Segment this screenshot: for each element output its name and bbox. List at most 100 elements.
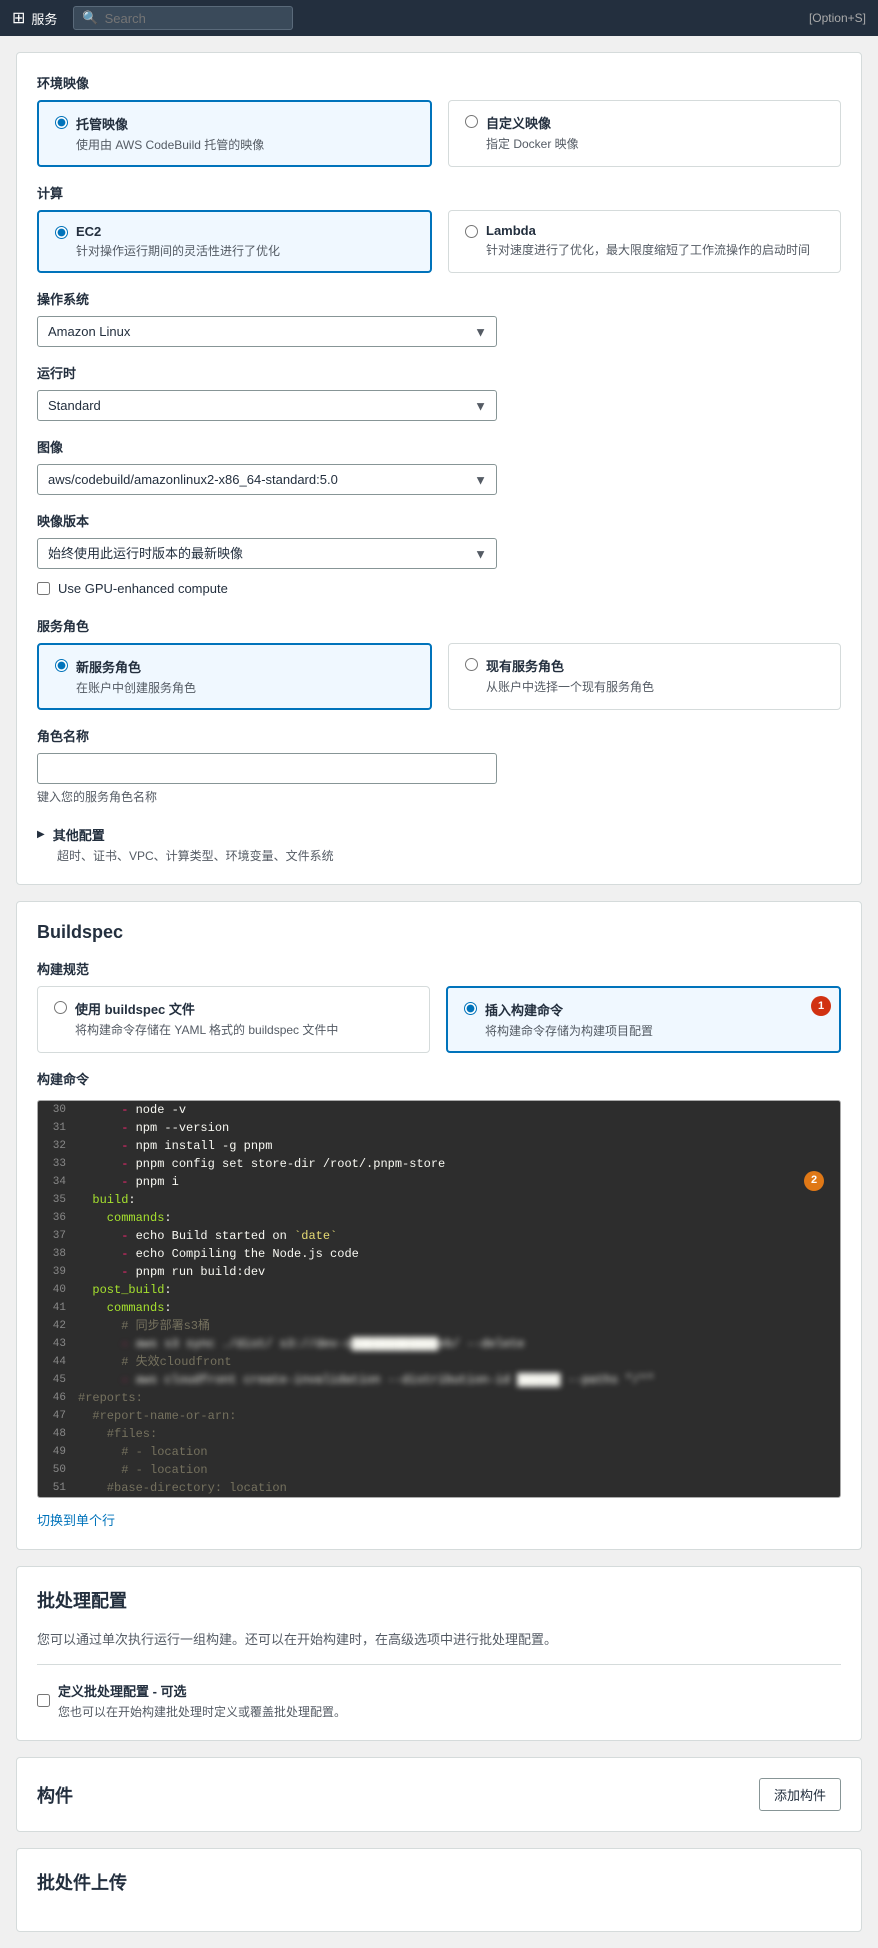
image-version-label: 映像版本 (37, 511, 841, 530)
insert-cmd-radio[interactable] (464, 1002, 477, 1015)
other-config-desc: 超时、证书、VPC、计算类型、环境变量、文件系统 (57, 847, 841, 864)
code-line-32: 32 - npm install -g pnpm (38, 1137, 840, 1155)
lambda-desc: 针对速度进行了优化，最大限度缩短了工作流操作的启动时间 (486, 241, 810, 258)
switch-to-single-link[interactable]: 切换到单个行 (37, 1510, 115, 1529)
gpu-checkbox-row: Use GPU-enhanced compute (37, 581, 841, 596)
search-icon: 🔍 (82, 10, 98, 26)
ec2-title: EC2 (76, 224, 280, 239)
lambda-option[interactable]: Lambda 针对速度进行了优化，最大限度缩短了工作流操作的启动时间 (448, 210, 841, 273)
lambda-title: Lambda (486, 223, 810, 238)
artifacts-title: 构件 (37, 1782, 73, 1808)
other-config-toggle[interactable]: ▶ 其他配置 (37, 825, 841, 844)
image-select[interactable]: aws/codebuild/amazonlinux2-x86_64-standa… (37, 464, 497, 495)
role-name-help: 键入您的服务角色名称 (37, 788, 841, 805)
image-version-select[interactable]: 始终使用此运行时版本的最新映像 (37, 538, 497, 569)
use-file-radio[interactable] (54, 1001, 67, 1014)
image-version-select-wrapper: 始终使用此运行时版本的最新映像 ▼ (37, 538, 497, 569)
add-artifact-button[interactable]: 添加构件 (759, 1778, 841, 1811)
buildspec-badge: 1 (811, 996, 831, 1016)
triangle-icon: ▶ (37, 829, 45, 840)
code-badge-2: 2 (804, 1171, 824, 1191)
insert-cmd-option[interactable]: 插入构建命令 将构建命令存储为构建项目配置 1 (446, 986, 841, 1053)
new-role-option[interactable]: 新服务角色 在账户中创建服务角色 (37, 643, 432, 710)
code-line-35: 35 build: (38, 1191, 840, 1209)
managed-image-desc: 使用由 AWS CodeBuild 托管的映像 (76, 136, 264, 153)
code-line-30: 30 - node -v (38, 1101, 840, 1119)
other-config-title: 其他配置 (53, 825, 105, 844)
buildspec-title: Buildspec (37, 922, 841, 943)
image-type-group: 托管映像 使用由 AWS CodeBuild 托管的映像 自定义映像 指定 Do… (37, 100, 841, 167)
image-select-wrapper: aws/codebuild/amazonlinux2-x86_64-standa… (37, 464, 497, 495)
service-role-group: 新服务角色 在账户中创建服务角色 现有服务角色 从账户中选择一个现有服务角色 (37, 643, 841, 710)
code-line-38: 38 - echo Compiling the Node.js code (38, 1245, 840, 1263)
custom-image-radio[interactable] (465, 115, 478, 128)
existing-role-radio[interactable] (465, 658, 478, 671)
insert-cmd-title: 插入构建命令 (485, 1000, 653, 1019)
top-bar: ⊞ 服务 🔍 [Option+S] (0, 0, 878, 36)
code-line-45: 45 - aws cloudfront create-invalidation … (38, 1371, 840, 1389)
code-line-39: 39 - pnpm run build:dev (38, 1263, 840, 1281)
custom-image-desc: 指定 Docker 映像 (486, 135, 579, 152)
role-name-input[interactable]: codebuild-dev-█████████████-service-role (37, 753, 497, 784)
code-line-47: 47 #report-name-or-arn: (38, 1407, 840, 1425)
code-line-48: 48 #files: (38, 1425, 840, 1443)
artifacts-header: 构件 添加构件 (37, 1778, 841, 1811)
existing-role-desc: 从账户中选择一个现有服务角色 (486, 678, 654, 695)
existing-role-option[interactable]: 现有服务角色 从账户中选择一个现有服务角色 (448, 643, 841, 710)
search-input[interactable] (105, 11, 285, 26)
lambda-radio[interactable] (465, 225, 478, 238)
use-file-desc: 将构建命令存储在 YAML 格式的 buildspec 文件中 (75, 1021, 338, 1038)
batch-config-section: 批处理配置 您可以通过单次执行运行一组构建。还可以在开始构建时，在高级选项中进行… (16, 1566, 862, 1741)
service-role-label: 服务角色 (37, 616, 841, 635)
image-label: 图像 (37, 437, 841, 456)
code-line-44: 44 # 失效cloudfront (38, 1353, 840, 1371)
batch-desc: 您可以通过单次执行运行一组构建。还可以在开始构建时，在高级选项中进行批处理配置。 (37, 1629, 841, 1648)
code-line-43: 43 - aws s3 sync ./dist/ s3://dev-s█████… (38, 1335, 840, 1353)
managed-image-option[interactable]: 托管映像 使用由 AWS CodeBuild 托管的映像 (37, 100, 432, 167)
code-line-41: 41 commands: (38, 1299, 840, 1317)
ec2-radio[interactable] (55, 226, 68, 239)
new-role-radio[interactable] (55, 659, 68, 672)
search-bar[interactable]: 🔍 (73, 6, 293, 30)
managed-image-radio[interactable] (55, 116, 68, 129)
services-menu[interactable]: ⊞ 服务 (12, 8, 57, 28)
use-file-title: 使用 buildspec 文件 (75, 999, 338, 1018)
services-label: 服务 (31, 9, 57, 28)
batch-artifact-section: 批处件上传 (16, 1848, 862, 1932)
code-line-46: 46 #reports: (38, 1389, 840, 1407)
build-cmd-label: 构建命令 (37, 1069, 841, 1088)
code-line-40: 40 post_build: (38, 1281, 840, 1299)
use-file-option[interactable]: 使用 buildspec 文件 将构建命令存储在 YAML 格式的 builds… (37, 986, 430, 1053)
batch-checkbox[interactable] (37, 1694, 50, 1707)
env-image-label: 环境映像 (37, 73, 841, 92)
runtime-select[interactable]: Standard (37, 390, 497, 421)
code-line-51: 51 #base-directory: location (38, 1479, 840, 1497)
code-line-31: 31 - npm --version (38, 1119, 840, 1137)
managed-image-title: 托管映像 (76, 114, 264, 133)
batch-title: 批处理配置 (37, 1587, 841, 1613)
code-line-33: 33 - pnpm config set store-dir /root/.pn… (38, 1155, 840, 1173)
existing-role-title: 现有服务角色 (486, 656, 654, 675)
ec2-option[interactable]: EC2 针对操作运行期间的灵活性进行了优化 (37, 210, 432, 273)
role-name-label: 角色名称 (37, 726, 841, 745)
new-role-title: 新服务角色 (76, 657, 196, 676)
insert-cmd-desc: 将构建命令存储为构建项目配置 (485, 1022, 653, 1039)
gpu-label: Use GPU-enhanced compute (58, 581, 228, 596)
batch-checkbox-label: 定义批处理配置 - 可选 (58, 1681, 346, 1700)
custom-image-option[interactable]: 自定义映像 指定 Docker 映像 (448, 100, 841, 167)
os-select[interactable]: Amazon Linux (37, 316, 497, 347)
build-spec-label: 构建规范 (37, 959, 841, 978)
code-line-42: 42 # 同步部署s3桶 (38, 1317, 840, 1335)
artifacts-section: 构件 添加构件 (16, 1757, 862, 1832)
code-line-50: 50 # - location (38, 1461, 840, 1479)
batch-artifact-title: 批处件上传 (37, 1869, 841, 1895)
code-editor[interactable]: 2 30 - node -v 31 - npm --version 32 - n… (37, 1100, 841, 1498)
buildspec-section: Buildspec 构建规范 使用 buildspec 文件 将构建命令存储在 … (16, 901, 862, 1550)
ec2-desc: 针对操作运行期间的灵活性进行了优化 (76, 242, 280, 259)
new-role-desc: 在账户中创建服务角色 (76, 679, 196, 696)
code-line-37: 37 - echo Build started on `date` (38, 1227, 840, 1245)
grid-icon: ⊞ (12, 8, 25, 28)
code-line-34: 34 - pnpm i (38, 1173, 840, 1191)
code-line-36: 36 commands: (38, 1209, 840, 1227)
gpu-checkbox[interactable] (37, 582, 50, 595)
